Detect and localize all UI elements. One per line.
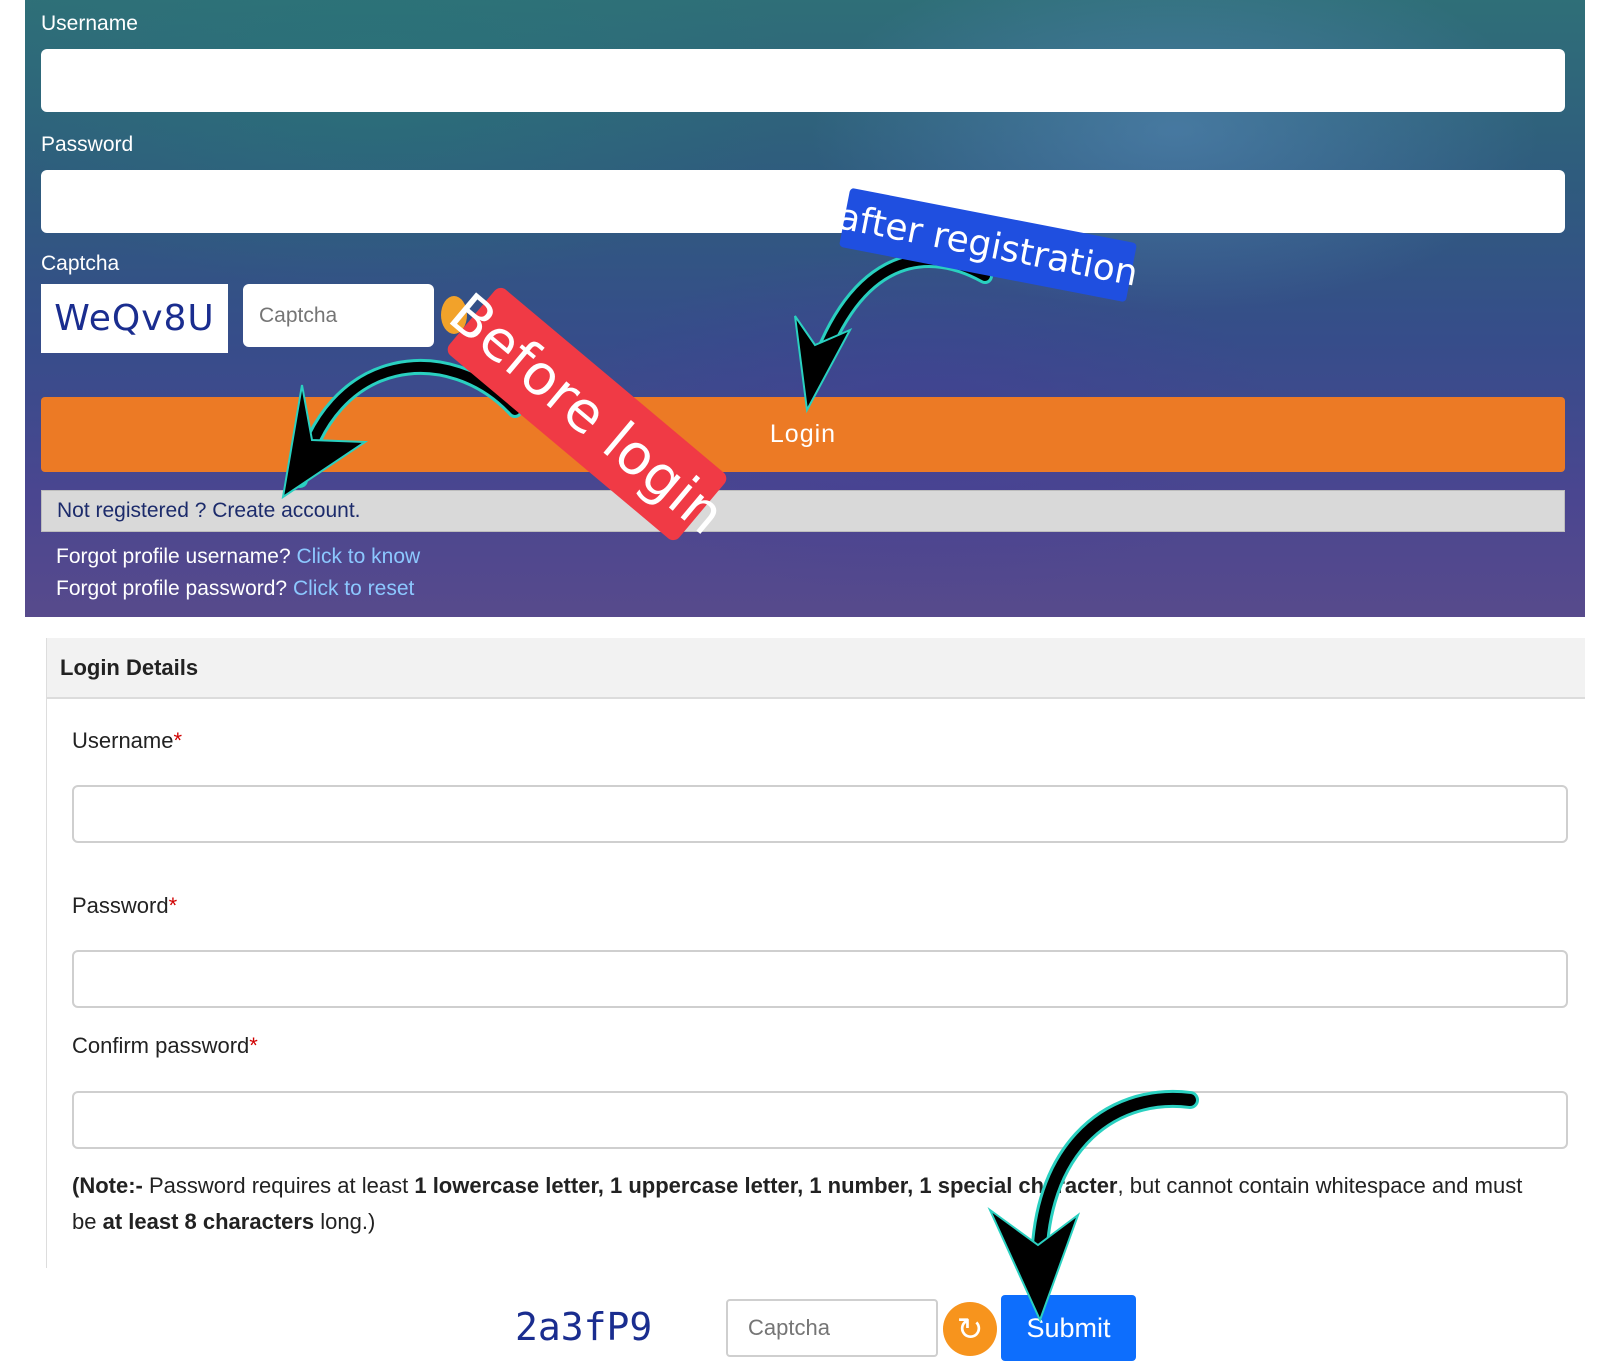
password-field-label: Password*: [72, 893, 177, 919]
create-account-link[interactable]: Not registered ? Create account.: [41, 490, 1565, 532]
forgot-username-link[interactable]: Click to know: [296, 545, 420, 568]
forgot-password-link[interactable]: Click to reset: [293, 577, 414, 600]
forgot-username-text: Forgot profile username?: [56, 545, 291, 568]
forgot-password-row: Forgot profile password? Click to reset: [56, 577, 414, 601]
captcha-label: Captcha: [41, 252, 120, 275]
password-label: Password: [41, 133, 134, 156]
captcha-image: WeQv8U: [41, 284, 228, 353]
top-login-panel: Username Password Captcha WeQv8U Login N…: [25, 0, 1585, 617]
login-button[interactable]: Login: [41, 397, 1565, 472]
note-prefix: (Note:-: [72, 1173, 143, 1198]
confirm-password-field-label: Confirm password*: [72, 1033, 258, 1059]
username-field-label-text: Username: [72, 728, 174, 753]
note-text-3: long.): [314, 1209, 376, 1234]
username-input[interactable]: [41, 49, 1565, 112]
note-rule-2: at least 8 characters: [102, 1209, 315, 1234]
password-field-label-text: Password: [72, 893, 169, 918]
password-input[interactable]: [41, 170, 1565, 233]
required-mark: *: [173, 728, 183, 753]
password-note: (Note:- Password requires at least 1 low…: [72, 1168, 1552, 1240]
password-field[interactable]: [72, 950, 1568, 1008]
login-details-title: Login Details: [47, 638, 1585, 699]
bottom-captcha-input[interactable]: [726, 1299, 938, 1357]
note-text-1: Password requires at least: [142, 1173, 415, 1198]
forgot-password-text: Forgot profile password?: [56, 577, 288, 600]
submit-button[interactable]: Submit: [1001, 1295, 1136, 1361]
bottom-captcha-image: 2a3fP9: [515, 1305, 653, 1349]
confirm-password-field-label-text: Confirm password: [72, 1033, 250, 1058]
captcha-input[interactable]: [243, 284, 434, 347]
note-rule-1: 1 lowercase letter, 1 uppercase letter, …: [414, 1173, 1118, 1198]
required-mark: *: [168, 893, 178, 918]
login-details-card: Login Details Username* Password* Confir…: [46, 638, 1585, 1268]
username-label: Username: [41, 12, 138, 35]
required-mark: *: [249, 1033, 258, 1058]
forgot-username-row: Forgot profile username? Click to know: [56, 545, 420, 569]
refresh-icon[interactable]: ↻: [943, 1302, 997, 1356]
username-field-label: Username*: [72, 728, 182, 754]
confirm-password-field[interactable]: [72, 1091, 1568, 1149]
username-field[interactable]: [72, 785, 1568, 843]
